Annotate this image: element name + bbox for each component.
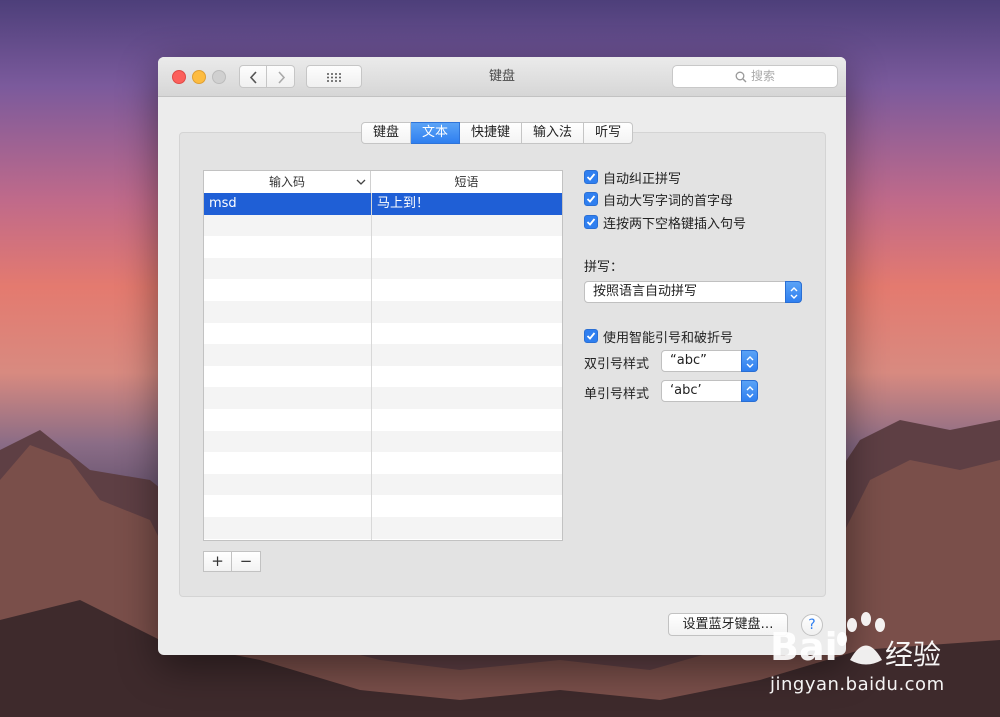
column-header-phrase[interactable]: 短语: [371, 171, 562, 193]
empty-row: [204, 495, 562, 517]
auto-correct-checkbox[interactable]: [584, 170, 598, 184]
stepper-arrows: [741, 350, 758, 372]
checkmark-icon: [586, 218, 596, 226]
empty-row: [204, 323, 562, 345]
smart-quotes-label: 使用智能引号和破折号: [603, 330, 734, 346]
checkmark-icon: [586, 195, 596, 203]
remove-button[interactable]: −: [232, 551, 261, 572]
auto-capitalize-option[interactable]: 自动大写字词的首字母: [584, 190, 734, 209]
double-space-period-checkbox[interactable]: [584, 215, 598, 229]
auto-correct-label: 自动纠正拼写: [603, 171, 682, 187]
chevron-down-icon: [356, 179, 366, 185]
auto-capitalize-label: 自动大写字词的首字母: [603, 193, 734, 209]
empty-row: [204, 279, 562, 301]
smart-quotes-checkbox[interactable]: [584, 329, 598, 343]
add-button[interactable]: +: [203, 551, 232, 572]
spelling-label: 拼写：: [584, 260, 624, 275]
watermark-brand-right: 经验: [885, 638, 942, 671]
tab-text[interactable]: 文本: [411, 122, 461, 144]
empty-row: [204, 473, 562, 496]
tab-bar: 键盘 文本 快捷键 输入法 听写: [361, 122, 634, 144]
auto-correct-option[interactable]: 自动纠正拼写: [584, 168, 682, 187]
tab-keyboard[interactable]: 键盘: [361, 122, 412, 144]
smart-quotes-option[interactable]: 使用智能引号和破折号: [584, 327, 734, 346]
search-field[interactable]: 搜索: [672, 65, 838, 88]
empty-row: [204, 300, 562, 323]
table-row[interactable]: msd 马上到！: [204, 193, 562, 215]
empty-row: [204, 344, 562, 366]
column-header-code[interactable]: 输入码: [204, 171, 371, 193]
table-header: 输入码 短语: [204, 171, 562, 194]
single-quote-label: 单引号样式: [584, 387, 650, 402]
checkmark-icon: [586, 173, 596, 181]
watermark-url: jingyan.baidu.com: [770, 674, 945, 695]
add-remove-controls: + −: [203, 551, 261, 572]
tab-input-sources[interactable]: 输入法: [522, 122, 585, 144]
stepper-arrows: [741, 380, 758, 402]
empty-row: [204, 452, 562, 474]
title-bar: 键盘 搜索: [158, 57, 846, 97]
empty-row: [204, 214, 562, 237]
empty-row: [204, 257, 562, 280]
double-quote-label: 双引号样式: [584, 357, 650, 372]
empty-row: [204, 387, 562, 409]
search-icon: [735, 71, 747, 82]
spelling-select[interactable]: 按照语言自动拼写: [584, 281, 802, 303]
column-divider: [371, 193, 372, 540]
double-space-period-label: 连按两下空格键插入句号: [603, 216, 747, 232]
empty-row: [204, 516, 562, 539]
double-space-period-option[interactable]: 连按两下空格键插入句号: [584, 213, 747, 232]
double-quote-select[interactable]: “abc”: [661, 350, 758, 372]
tab-dictation[interactable]: 听写: [584, 122, 634, 144]
single-quote-value: ‘abc’: [670, 383, 702, 398]
auto-capitalize-checkbox[interactable]: [584, 192, 598, 206]
up-down-arrows-icon: [746, 386, 754, 398]
up-down-arrows-icon: [790, 287, 798, 299]
watermark-brand-left: Bai: [770, 625, 838, 669]
up-down-arrows-icon: [746, 356, 754, 368]
empty-row: [204, 430, 562, 453]
spelling-value: 按照语言自动拼写: [593, 284, 698, 299]
search-placeholder: 搜索: [750, 69, 775, 83]
row-phrase: 马上到！: [377, 196, 430, 211]
tab-shortcuts[interactable]: 快捷键: [460, 122, 523, 144]
replacement-table: 输入码 短语 msd 马上到！: [203, 170, 563, 541]
empty-row: [204, 409, 562, 431]
double-quote-value: “abc”: [670, 353, 707, 368]
empty-row: [204, 236, 562, 258]
single-quote-select[interactable]: ‘abc’: [661, 380, 758, 402]
empty-row: [204, 366, 562, 388]
stepper-arrows: [785, 281, 802, 303]
row-code: msd: [209, 196, 237, 211]
table-rows: msd 马上到！: [204, 193, 562, 539]
checkmark-icon: [586, 332, 596, 340]
keyboard-preferences-window: 键盘 搜索 键盘 文本 快捷键 输入法 听写 输入码 短语 msd 马上到！ +…: [158, 57, 846, 655]
